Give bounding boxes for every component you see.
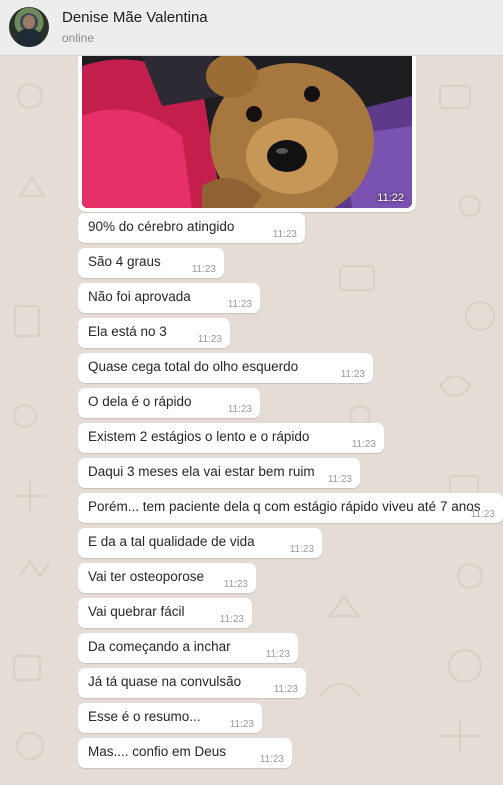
message-timestamp: 11:23 xyxy=(219,614,244,625)
message-timestamp: 11:23 xyxy=(340,369,365,380)
message-bubble[interactable]: Existem 2 estágios o lento e o rápido 11:… xyxy=(78,423,384,453)
message-text: Porém... tem paciente dela q com estágio… xyxy=(88,499,481,514)
contact-avatar[interactable] xyxy=(9,7,49,47)
message-text: 90% do cérebro atingido xyxy=(88,219,235,234)
message-bubble[interactable]: Vai quebrar fácil 11:23 xyxy=(78,598,252,628)
message-bubble[interactable]: Vai ter osteoporose 11:23 xyxy=(78,563,256,593)
message-text: Da começando a inchar xyxy=(88,639,231,654)
message-text: Daqui 3 meses ela vai estar bem ruim xyxy=(88,464,315,479)
message-text: Existem 2 estágios o lento e o rápido xyxy=(88,429,310,444)
message-timestamp: 11:23 xyxy=(227,404,252,415)
message-timestamp: 11:23 xyxy=(265,649,290,660)
message-bubble[interactable]: Da começando a inchar 11:23 xyxy=(78,633,298,663)
message-text: Vai ter osteoporose xyxy=(88,569,205,584)
message-list[interactable]: 11:22 90% do cérebro atingido 11:23 São 4 … xyxy=(0,56,503,785)
message-bubble[interactable]: Mas.... confio em Deus 11:23 xyxy=(78,738,292,768)
message-bubble[interactable]: São 4 graus 11:23 xyxy=(78,248,224,278)
message-bubble[interactable]: E da a tal qualidade de vida 11:23 xyxy=(78,528,322,558)
message-timestamp: 11:23 xyxy=(227,299,252,310)
message-text: Não foi aprovada xyxy=(88,289,191,304)
contact-name[interactable]: Denise Mãe Valentina xyxy=(62,9,208,26)
message-bubble[interactable]: 90% do cérebro atingido 11:23 xyxy=(78,213,305,243)
message-text: Quase cega total do olho esquerdo xyxy=(88,359,299,374)
message-timestamp: 11:23 xyxy=(223,579,248,590)
message-bubble[interactable]: Daqui 3 meses ela vai estar bem ruim 11:2… xyxy=(78,458,360,488)
message-text: Já tá quase na convulsão xyxy=(88,674,242,689)
message-text: E da a tal qualidade de vida xyxy=(88,534,255,549)
message-timestamp: 11:23 xyxy=(351,439,376,450)
message-timestamp: 11:23 xyxy=(191,264,216,275)
message-bubble[interactable]: Já tá quase na convulsão 11:23 xyxy=(78,668,306,698)
message-bubble[interactable]: Não foi aprovada 11:23 xyxy=(78,283,260,313)
message-bubble[interactable]: Porém... tem paciente dela q com estágio… xyxy=(78,493,503,523)
contact-status: online xyxy=(62,31,95,45)
message-bubble[interactable]: Quase cega total do olho esquerdo 11:23 xyxy=(78,353,373,383)
teddy-bear-photo[interactable]: 11:22 xyxy=(82,56,412,208)
message-text: Vai quebrar fácil xyxy=(88,604,185,619)
message-timestamp: 11:23 xyxy=(327,474,352,485)
message-text: Esse é o resumo... xyxy=(88,709,201,724)
message-timestamp: 11:23 xyxy=(273,684,298,695)
message-bubble[interactable]: Ela está no 3 11:23 xyxy=(78,318,230,348)
chat-header: Denise Mãe Valentina online xyxy=(0,0,503,56)
message-timestamp: 11:23 xyxy=(259,754,284,765)
message-text: Ela está no 3 xyxy=(88,324,167,339)
message-bubble[interactable]: O dela é o rápido 11:23 xyxy=(78,388,260,418)
message-timestamp: 11:23 xyxy=(470,509,495,520)
image-message[interactable]: 11:22 xyxy=(78,56,416,212)
teddy-bear-image xyxy=(82,56,412,208)
message-timestamp: 11:23 xyxy=(272,229,297,240)
message-timestamp: 11:23 xyxy=(289,544,314,555)
message-timestamp: 11:23 xyxy=(229,719,254,730)
message-timestamp: 11:23 xyxy=(197,334,222,345)
image-timestamp: 11:22 xyxy=(377,192,404,204)
message-text: São 4 graus xyxy=(88,254,161,269)
message-text: Mas.... confio em Deus xyxy=(88,744,227,759)
message-text: O dela é o rápido xyxy=(88,394,192,409)
message-bubble[interactable]: Esse é o resumo... 11:23 xyxy=(78,703,262,733)
